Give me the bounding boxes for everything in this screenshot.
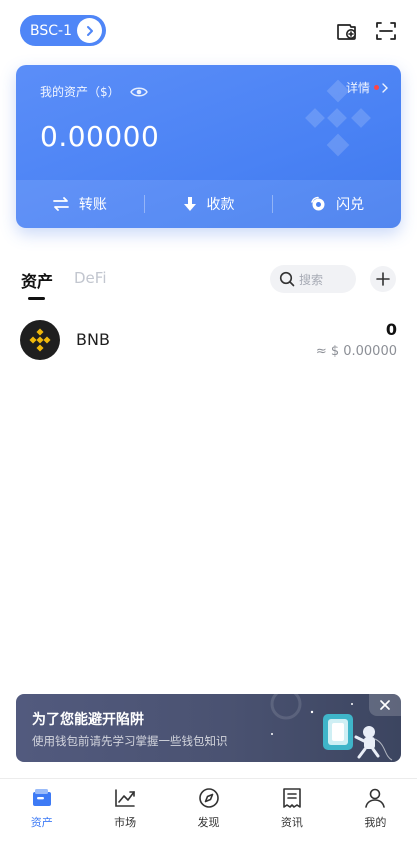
wallet-icon xyxy=(32,789,51,806)
search-icon xyxy=(279,271,295,287)
chevron-right-icon xyxy=(382,82,388,93)
nav-label-assets: 资产 xyxy=(30,816,53,829)
scan-icon[interactable] xyxy=(374,19,398,43)
add-wallet-icon[interactable] xyxy=(335,19,359,43)
network-label: BSC-1 xyxy=(30,22,72,39)
nav-item-assets[interactable]: 资产 xyxy=(0,779,83,842)
details-label: 详情 xyxy=(345,81,370,95)
news-icon xyxy=(283,788,301,808)
chevron-right-icon xyxy=(77,18,102,43)
transfer-label: 转账 xyxy=(78,197,107,213)
nav-item-news[interactable]: 资讯 xyxy=(250,779,333,842)
compass-icon xyxy=(198,788,219,808)
education-banner[interactable]: 为了您能避开陷阱 使用钱包前请先学习掌握一些钱包知识 xyxy=(16,694,401,762)
search-input[interactable]: 搜索 xyxy=(270,265,356,293)
bnb-logo-icon xyxy=(20,320,60,360)
asset-label-group: 我的资产（$） xyxy=(40,83,148,100)
plus-icon xyxy=(376,272,390,286)
banner-subtitle: 使用钱包前请先学习掌握一些钱包知识 xyxy=(32,734,228,748)
add-token-button[interactable] xyxy=(370,266,396,292)
total-balance: 0.00000 xyxy=(40,120,160,153)
token-fiat-value: ≈ $ 0.00000 xyxy=(315,344,397,359)
nav-label-discover: 发现 xyxy=(197,816,220,829)
notification-dot xyxy=(374,85,379,90)
close-button[interactable] xyxy=(369,694,401,716)
swap-icon xyxy=(311,196,325,211)
bottom-nav: 资产 市场 发现 资讯 我的 xyxy=(0,778,417,842)
chart-icon xyxy=(115,789,135,807)
asset-card: 我的资产（$） 详情 0.00000 转账 收款 闪兑 xyxy=(16,65,401,228)
tab-defi[interactable]: DeFi xyxy=(74,269,106,287)
transfer-button[interactable]: 转账 xyxy=(16,194,144,214)
nav-label-profile: 我的 xyxy=(364,816,387,829)
details-link[interactable]: 详情 xyxy=(346,79,389,96)
tab-assets[interactable]: 资产 xyxy=(21,268,53,292)
active-tab-indicator xyxy=(28,297,45,300)
nav-label-market: 市场 xyxy=(114,816,137,829)
token-symbol: BNB xyxy=(76,330,110,349)
close-icon xyxy=(380,700,390,710)
eye-icon[interactable] xyxy=(129,86,148,98)
token-amount: 0 xyxy=(385,320,397,339)
nav-item-market[interactable]: 市场 xyxy=(83,779,166,842)
asset-label: 我的资产（$） xyxy=(40,85,120,99)
network-selector[interactable]: BSC-1 xyxy=(20,15,106,46)
nav-item-profile[interactable]: 我的 xyxy=(334,779,417,842)
profile-icon xyxy=(365,788,386,808)
receive-label: 收款 xyxy=(206,197,235,213)
swap-label: 闪兑 xyxy=(336,197,365,213)
top-bar: BSC-1 xyxy=(0,0,417,62)
card-actions: 转账 收款 闪兑 xyxy=(16,180,401,228)
swap-button[interactable]: 闪兑 xyxy=(273,194,401,214)
nav-label-news: 资讯 xyxy=(280,816,303,829)
token-row[interactable]: BNB 0 ≈ $ 0.00000 xyxy=(0,314,417,366)
receive-button[interactable]: 收款 xyxy=(145,194,273,214)
transfer-icon xyxy=(52,197,69,211)
asset-tabs: 资产 DeFi 搜索 xyxy=(0,262,417,302)
download-arrow-icon xyxy=(183,197,196,211)
banner-title: 为了您能避开陷阱 xyxy=(32,712,144,728)
search-placeholder: 搜索 xyxy=(299,272,324,287)
nav-item-discover[interactable]: 发现 xyxy=(167,779,250,842)
